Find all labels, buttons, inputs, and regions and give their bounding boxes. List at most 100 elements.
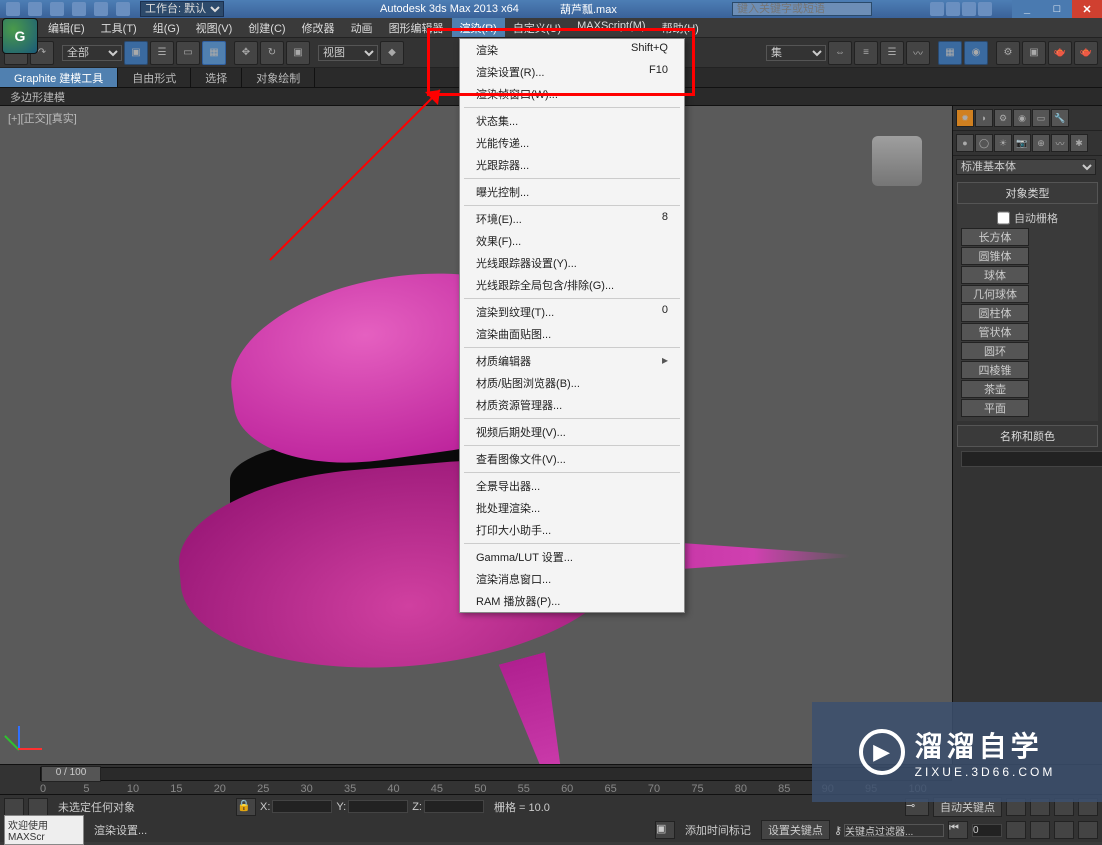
z-coord-input[interactable] (424, 800, 484, 813)
close-button[interactable]: ✕ (1072, 0, 1102, 18)
primitive-button[interactable]: 圆柱体 (961, 304, 1029, 322)
render-frame-button[interactable]: ▣ (1022, 41, 1046, 65)
rollout-header-name-color[interactable]: 名称和颜色 (957, 425, 1098, 447)
select-object-button[interactable]: ▣ (124, 41, 148, 65)
display-tab-icon[interactable]: ▭ (1032, 109, 1050, 127)
tab-freeform[interactable]: 自由形式 (118, 68, 191, 87)
menu-item[interactable]: 状态集... (460, 110, 684, 132)
menu-tools[interactable]: 工具(T) (93, 18, 145, 37)
undo-icon[interactable] (72, 2, 86, 16)
schematic-view-button[interactable]: ▦ (938, 41, 962, 65)
minimize-button[interactable]: _ (1012, 0, 1042, 18)
menu-item[interactable]: 渲染Shift+Q (460, 39, 684, 61)
primitive-button[interactable]: 平面 (961, 399, 1029, 417)
select-region-button[interactable]: ▭ (176, 41, 200, 65)
move-button[interactable]: ✥ (234, 41, 258, 65)
menu-create[interactable]: 创建(C) (240, 18, 293, 37)
goto-start-button[interactable]: ⏮ (948, 821, 968, 839)
menu-item[interactable]: 光线跟踪器设置(Y)... (460, 252, 684, 274)
primitive-button[interactable]: 球体 (961, 266, 1029, 284)
menu-item[interactable]: Gamma/LUT 设置... (460, 546, 684, 568)
menu-views[interactable]: 视图(V) (188, 18, 241, 37)
modify-tab-icon[interactable]: ◗ (975, 109, 993, 127)
material-editor-button[interactable]: ◉ (964, 41, 988, 65)
isolate-toggle[interactable]: ▣ (655, 821, 675, 839)
menu-graph-editors[interactable]: 图形编辑器 (381, 18, 452, 37)
window-crossing-button[interactable]: ▦ (202, 41, 226, 65)
spacewarps-icon[interactable]: 〰 (1051, 134, 1069, 152)
menu-item[interactable]: 材质/贴图浏览器(B)... (460, 372, 684, 394)
key-filter-input[interactable] (844, 824, 944, 837)
polygon-modeling-panel[interactable]: 多边形建模 (0, 88, 75, 105)
menu-item[interactable]: RAM 播放器(P)... (460, 590, 684, 612)
maximize-button[interactable]: □ (1042, 0, 1072, 18)
menu-item[interactable]: 环境(E)...8 (460, 208, 684, 230)
lock-selection-icon[interactable]: 🔒 (236, 798, 256, 816)
render-setup-button[interactable]: ⚙ (996, 41, 1020, 65)
time-slider-handle[interactable]: 0 / 100 (41, 766, 101, 782)
set-key-button[interactable]: 设置关键点 (761, 820, 830, 840)
new-icon[interactable] (6, 2, 20, 16)
workspace-dropdown[interactable]: 工作台: 默认 (140, 1, 224, 17)
utilities-tab-icon[interactable]: 🔧 (1051, 109, 1069, 127)
menu-group[interactable]: 组(G) (145, 18, 188, 37)
shapes-icon[interactable]: ◯ (975, 134, 993, 152)
menu-item[interactable]: 渲染设置(R)...F10 (460, 61, 684, 83)
scale-button[interactable]: ▣ (286, 41, 310, 65)
primitive-button[interactable]: 圆环 (961, 342, 1029, 360)
tab-graphite-modeling[interactable]: Graphite 建模工具 (0, 68, 118, 87)
favorites-icon[interactable] (978, 2, 992, 16)
viewport-nav-2[interactable] (1030, 821, 1050, 839)
primitive-button[interactable]: 几何球体 (961, 285, 1029, 303)
menu-item[interactable]: 材质编辑器 (460, 350, 684, 372)
tab-selection[interactable]: 选择 (191, 68, 242, 87)
menu-item[interactable]: 光线跟踪全局包含/排除(G)... (460, 274, 684, 296)
menu-item[interactable]: 曝光控制... (460, 181, 684, 203)
menu-item[interactable]: 打印大小助手... (460, 519, 684, 541)
workspace-selector[interactable]: 工作台: 默认 (140, 1, 224, 17)
menu-animation[interactable]: 动画 (343, 18, 381, 37)
menu-item[interactable]: 视频后期处理(V)... (460, 421, 684, 443)
open-icon[interactable] (28, 2, 42, 16)
time-tag-button[interactable]: 添加时间标记 (679, 822, 757, 838)
menu-item[interactable]: 材质资源管理器... (460, 394, 684, 416)
menu-item[interactable]: 渲染消息窗口... (460, 568, 684, 590)
named-set-dropdown[interactable]: 集 (766, 45, 826, 61)
mini-curve-toggle[interactable] (4, 798, 24, 816)
viewport-nav-1[interactable] (1006, 821, 1026, 839)
hierarchy-tab-icon[interactable]: ⚙ (994, 109, 1012, 127)
curve-editor-button[interactable]: 〰 (906, 41, 930, 65)
menu-item[interactable]: 光跟踪器... (460, 154, 684, 176)
helpers-icon[interactable]: ⊕ (1032, 134, 1050, 152)
viewcube[interactable] (872, 136, 922, 186)
tab-object-paint[interactable]: 对象绘制 (242, 68, 315, 87)
menu-item[interactable]: 渲染帧窗口(W)... (460, 83, 684, 105)
menu-rendering[interactable]: 渲染(R) (452, 18, 505, 37)
primitive-button[interactable]: 圆锥体 (961, 247, 1029, 265)
maxscript-listener[interactable]: 欢迎使用 MAXScr (4, 815, 84, 845)
cameras-icon[interactable]: 📷 (1013, 134, 1031, 152)
menu-edit[interactable]: 编辑(E) (40, 18, 93, 37)
primitive-button[interactable]: 长方体 (961, 228, 1029, 246)
reference-coord-dropdown[interactable]: 视图 (318, 45, 378, 61)
menu-item[interactable]: 光能传递... (460, 132, 684, 154)
mirror-button[interactable]: ⇔ (828, 41, 852, 65)
menu-item[interactable]: 渲染到纹理(T)...0 (460, 301, 684, 323)
menu-item[interactable]: 效果(F)... (460, 230, 684, 252)
set-key-mode-button[interactable] (28, 798, 48, 816)
search-input[interactable] (732, 2, 872, 16)
create-tab-icon[interactable]: ✹ (956, 109, 974, 127)
viewport-label[interactable]: [+][正交][真实] (8, 110, 77, 126)
primitive-button[interactable]: 管状体 (961, 323, 1029, 341)
render-button[interactable]: 🫖 (1048, 41, 1072, 65)
menu-customize[interactable]: 自定义(U) (505, 18, 569, 37)
key-filters[interactable]: ⚷ (834, 824, 944, 837)
align-button[interactable]: ≡ (854, 41, 878, 65)
primitive-button[interactable]: 四棱锥 (961, 361, 1029, 379)
pivot-button[interactable]: ◆ (380, 41, 404, 65)
exchange-icon[interactable] (946, 2, 960, 16)
app-logo-menu[interactable]: G (2, 18, 38, 54)
y-coord-input[interactable] (348, 800, 408, 813)
menu-item[interactable]: 全景导出器... (460, 475, 684, 497)
viewport-nav-4[interactable] (1078, 821, 1098, 839)
